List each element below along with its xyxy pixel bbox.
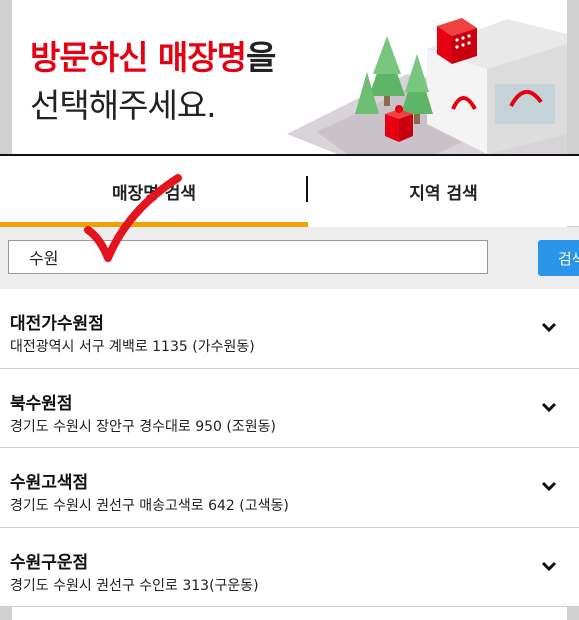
store-address: 경기도 수원시 장안구 경수대로 950 (조원동) [10, 418, 276, 435]
store-name: 수원고색점 [10, 473, 89, 493]
store-address: 경기도 수원시 권선구 매송고색로 642 (고색동) [10, 498, 289, 514]
store-list: 대전가수원점 대전광역시 서구 계백로 1135 (가수원동) 북수원점 경기도… [0, 289, 579, 607]
store-address: 경기도 수원시 권선구 수인로 313(구운동) [10, 577, 259, 594]
list-item[interactable]: 북수원점 경기도 수원시 장안구 경수대로 950 (조원동) [0, 368, 579, 448]
list-item[interactable]: 수원고색점 경기도 수원시 권선구 매송고색로 642 (고색동) [0, 448, 579, 528]
store-name: 북수원점 [10, 393, 73, 414]
chevron-down-icon[interactable] [541, 321, 557, 333]
list-item[interactable]: 대전가수원점 대전광역시 서구 계백로 1135 (가수원동) [0, 289, 579, 369]
tab-store-name-search[interactable]: 매장명 검색 [0, 156, 308, 226]
banner-title: 방문하신 매장명을 선택해주세요. [30, 34, 276, 130]
store-select-panel: 방문하신 매장명을 선택해주세요. 매장명 검색 지역 검색 수원 검색 대전가… [0, 0, 579, 620]
banner-title-suffix: 을 [246, 38, 276, 77]
tab-region-search[interactable]: 지역 검색 [308, 156, 579, 226]
search-button[interactable]: 검색 [538, 240, 579, 276]
banner-title-line2: 선택해주세요. [30, 86, 217, 125]
search-tabs: 매장명 검색 지역 검색 [0, 156, 579, 226]
store-name: 대전가수원점 [10, 314, 104, 334]
store-name: 수원구운점 [10, 552, 89, 573]
search-bar: 검색 [0, 227, 579, 289]
store-illustration [287, 18, 567, 154]
store-address: 대전광역시 서구 계백로 1135 (가수원동) [10, 339, 255, 355]
list-item[interactable]: 수원구운점 경기도 수원시 권선구 수인로 313(구운동) [0, 527, 579, 607]
banner-title-highlight: 방문하신 매장명 [30, 38, 247, 77]
chevron-down-icon[interactable] [541, 480, 557, 492]
chevron-down-icon[interactable] [541, 560, 557, 572]
chevron-down-icon[interactable] [541, 401, 557, 413]
store-search-input[interactable] [8, 240, 488, 274]
banner: 방문하신 매장명을 선택해주세요. [12, 14, 567, 154]
